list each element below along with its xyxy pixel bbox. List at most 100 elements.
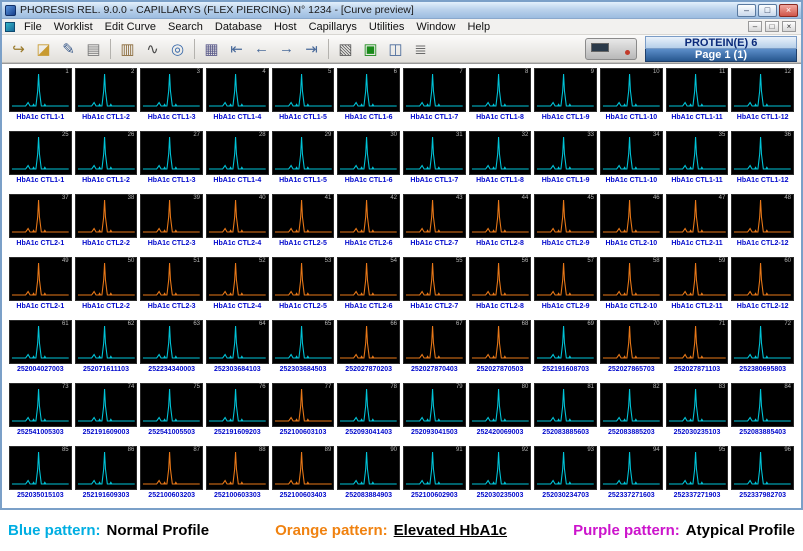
curve-thumbnail[interactable]: 81 bbox=[534, 383, 597, 427]
curve-cell[interactable]: 82 252083885203 bbox=[600, 383, 663, 440]
curve-cell[interactable]: 67 252027870403 bbox=[403, 320, 466, 377]
curve-thumbnail[interactable]: 46 bbox=[600, 194, 663, 238]
curve-cell[interactable]: 37 HbA1c CTL2-1 bbox=[9, 194, 72, 251]
curve-thumbnail[interactable]: 94 bbox=[600, 446, 663, 490]
curve-cell[interactable]: 81 252083885603 bbox=[534, 383, 597, 440]
menu-item-capillarys[interactable]: Capillarys bbox=[303, 21, 363, 33]
curve-cell[interactable]: 30 HbA1c CTL1-6 bbox=[337, 131, 400, 188]
curve-thumbnail[interactable]: 4 bbox=[206, 68, 269, 112]
curve-cell[interactable]: 57 HbA1c CTL2-9 bbox=[534, 257, 597, 314]
curve-cell[interactable]: 8 HbA1c CTL1-8 bbox=[469, 68, 532, 125]
exit-icon[interactable]: ↪ bbox=[6, 37, 31, 61]
curve-thumbnail[interactable]: 55 bbox=[403, 257, 466, 301]
menu-item-utilities[interactable]: Utilities bbox=[363, 21, 410, 33]
curve-cell[interactable]: 26 HbA1c CTL1-2 bbox=[75, 131, 138, 188]
curve-thumbnail[interactable]: 47 bbox=[666, 194, 729, 238]
curve-cell[interactable]: 58 HbA1c CTL2-10 bbox=[600, 257, 663, 314]
curve-cell[interactable]: 44 HbA1c CTL2-8 bbox=[469, 194, 532, 251]
curve-cell[interactable]: 51 HbA1c CTL2-3 bbox=[140, 257, 203, 314]
curve-thumbnail[interactable]: 95 bbox=[666, 446, 729, 490]
curve-cell[interactable]: 52 HbA1c CTL2-4 bbox=[206, 257, 269, 314]
curve-thumbnail[interactable]: 83 bbox=[666, 383, 729, 427]
curve-thumbnail[interactable]: 67 bbox=[403, 320, 466, 364]
curve-thumbnail[interactable]: 35 bbox=[666, 131, 729, 175]
curve-cell[interactable]: 28 HbA1c CTL1-4 bbox=[206, 131, 269, 188]
curve-thumbnail[interactable]: 89 bbox=[272, 446, 335, 490]
curve-cell[interactable]: 35 HbA1c CTL1-11 bbox=[666, 131, 729, 188]
card-icon[interactable]: ▤ bbox=[81, 37, 106, 61]
curve-cell[interactable]: 84 252083885403 bbox=[731, 383, 794, 440]
curve-thumbnail[interactable]: 78 bbox=[337, 383, 400, 427]
curve-cell[interactable]: 43 HbA1c CTL2-7 bbox=[403, 194, 466, 251]
menu-item-edit-curve[interactable]: Edit Curve bbox=[99, 21, 162, 33]
menu-item-file[interactable]: File bbox=[18, 21, 48, 33]
curve-thumbnail[interactable]: 5 bbox=[272, 68, 335, 112]
curve-thumbnail[interactable]: 74 bbox=[75, 383, 138, 427]
curve-cell[interactable]: 92 252030235003 bbox=[469, 446, 532, 503]
curve-thumbnail[interactable]: 1 bbox=[9, 68, 72, 112]
curve-cell[interactable]: 55 HbA1c CTL2-7 bbox=[403, 257, 466, 314]
curve-thumbnail[interactable]: 84 bbox=[731, 383, 794, 427]
curve-cell[interactable]: 62 252071611103 bbox=[75, 320, 138, 377]
curve-thumbnail[interactable]: 82 bbox=[600, 383, 663, 427]
curve-thumbnail[interactable]: 76 bbox=[206, 383, 269, 427]
curve-cell[interactable]: 78 252093041403 bbox=[337, 383, 400, 440]
curve-thumbnail[interactable]: 61 bbox=[9, 320, 72, 364]
curve-cell[interactable]: 61 252004027003 bbox=[9, 320, 72, 377]
cable-icon[interactable]: ∿ bbox=[140, 37, 165, 61]
curve-thumbnail[interactable]: 62 bbox=[75, 320, 138, 364]
curve-thumbnail[interactable]: 86 bbox=[75, 446, 138, 490]
curve-cell[interactable]: 66 252027870203 bbox=[337, 320, 400, 377]
curve-thumbnail[interactable]: 38 bbox=[75, 194, 138, 238]
curve-cell[interactable]: 83 252030235103 bbox=[666, 383, 729, 440]
curve-cell[interactable]: 65 252303684503 bbox=[272, 320, 335, 377]
curve-cell[interactable]: 87 252100603203 bbox=[140, 446, 203, 503]
curve-thumbnail[interactable]: 68 bbox=[469, 320, 532, 364]
curve-cell[interactable]: 72 252380695803 bbox=[731, 320, 794, 377]
curve-thumbnail[interactable]: 44 bbox=[469, 194, 532, 238]
curve-thumbnail[interactable]: 8 bbox=[469, 68, 532, 112]
curve-thumbnail[interactable]: 43 bbox=[403, 194, 466, 238]
curve-cell[interactable]: 33 HbA1c CTL1-9 bbox=[534, 131, 597, 188]
maximize-button[interactable]: □ bbox=[758, 4, 777, 17]
curve-cell[interactable]: 36 HbA1c CTL1-12 bbox=[731, 131, 794, 188]
curve-thumbnail[interactable]: 10 bbox=[600, 68, 663, 112]
edit-pen-icon[interactable]: ✎ bbox=[56, 37, 81, 61]
curve-thumbnail[interactable]: 64 bbox=[206, 320, 269, 364]
curve-cell[interactable]: 5 HbA1c CTL1-5 bbox=[272, 68, 335, 125]
menu-item-search[interactable]: Search bbox=[162, 21, 209, 33]
curve-cell[interactable]: 75 252541005503 bbox=[140, 383, 203, 440]
curve-cell[interactable]: 86 252191609303 bbox=[75, 446, 138, 503]
curve-thumbnail[interactable]: 33 bbox=[534, 131, 597, 175]
curve-thumbnail[interactable]: 52 bbox=[206, 257, 269, 301]
curve-cell[interactable]: 64 252303684103 bbox=[206, 320, 269, 377]
curve-thumbnail[interactable]: 45 bbox=[534, 194, 597, 238]
print-icon[interactable]: ▧ bbox=[333, 37, 358, 61]
curve-thumbnail[interactable]: 70 bbox=[600, 320, 663, 364]
curve-thumbnail[interactable]: 93 bbox=[534, 446, 597, 490]
curve-cell[interactable]: 6 HbA1c CTL1-6 bbox=[337, 68, 400, 125]
curve-thumbnail[interactable]: 66 bbox=[337, 320, 400, 364]
curve-thumbnail[interactable]: 54 bbox=[337, 257, 400, 301]
curve-cell[interactable]: 42 HbA1c CTL2-6 bbox=[337, 194, 400, 251]
menu-item-window[interactable]: Window bbox=[410, 21, 461, 33]
minimize-button[interactable]: – bbox=[737, 4, 756, 17]
curve-cell[interactable]: 74 252191609003 bbox=[75, 383, 138, 440]
curve-thumbnail[interactable]: 27 bbox=[140, 131, 203, 175]
curve-thumbnail[interactable]: 48 bbox=[731, 194, 794, 238]
curve-thumbnail[interactable]: 96 bbox=[731, 446, 794, 490]
disk-stack-icon[interactable]: ◫ bbox=[383, 37, 408, 61]
curve-cell[interactable]: 49 HbA1c CTL2-1 bbox=[9, 257, 72, 314]
prev-page-icon[interactable]: ← bbox=[249, 37, 274, 61]
curve-thumbnail[interactable]: 37 bbox=[9, 194, 72, 238]
curve-thumbnail[interactable]: 12 bbox=[731, 68, 794, 112]
menu-item-host[interactable]: Host bbox=[268, 21, 303, 33]
curve-thumbnail[interactable]: 71 bbox=[666, 320, 729, 364]
first-page-icon[interactable]: ⇤ bbox=[224, 37, 249, 61]
curve-thumbnail[interactable]: 65 bbox=[272, 320, 335, 364]
curve-cell[interactable]: 10 HbA1c CTL1-10 bbox=[600, 68, 663, 125]
curve-cell[interactable]: 96 252337982703 bbox=[731, 446, 794, 503]
curve-thumbnail[interactable]: 79 bbox=[403, 383, 466, 427]
network-icon[interactable]: ≣ bbox=[408, 37, 433, 61]
curve-cell[interactable]: 48 HbA1c CTL2-12 bbox=[731, 194, 794, 251]
